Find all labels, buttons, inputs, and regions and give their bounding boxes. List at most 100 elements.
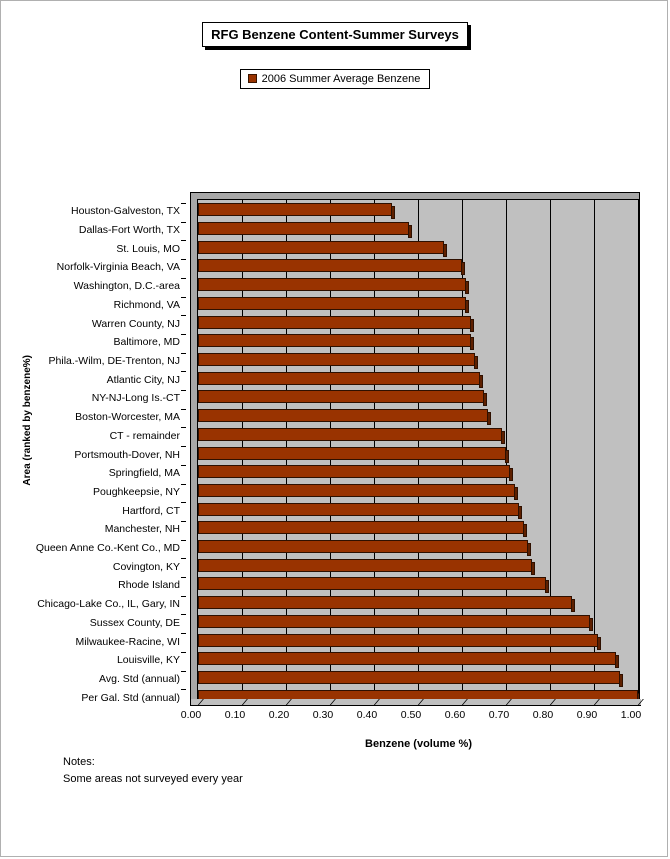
bar[interactable] <box>198 390 484 404</box>
x-axis-tick-label: 0.10 <box>224 709 246 721</box>
bar[interactable] <box>198 315 471 329</box>
bar[interactable] <box>198 483 515 497</box>
gridline <box>594 200 595 703</box>
bar[interactable] <box>198 371 480 385</box>
y-axis-tick-label: Milwaukee-Racine, WI <box>75 635 180 648</box>
y-axis-tick-mark <box>181 408 186 410</box>
y-axis-tick-label: Queen Anne Co.-Kent Co., MD <box>35 542 180 555</box>
y-axis-tick-mark <box>181 221 186 223</box>
y-axis-tick-mark <box>181 371 186 373</box>
bar-3d-cap <box>518 505 523 519</box>
y-axis-tick-mark <box>181 483 186 485</box>
y-axis-tick-mark <box>181 614 186 616</box>
x-axis-tick-label: 0.70 <box>488 709 510 721</box>
bar[interactable] <box>198 240 445 254</box>
y-axis-category-labels: Houston-Galveston, TX Dallas-Fort Worth, … <box>36 196 186 704</box>
y-axis-tick-label: Per Gal. Std (annual) <box>81 691 180 704</box>
x-axis-tick-label: 0.00 <box>180 709 202 721</box>
x-axis-tick-label: 0.80 <box>532 709 554 721</box>
bar-3d-cap <box>571 599 575 613</box>
y-axis-tick-label: Springfield, MA <box>108 467 180 480</box>
x-axis-tick-label: 0.50 <box>400 709 422 721</box>
bar[interactable] <box>198 465 511 479</box>
bar[interactable] <box>198 540 528 554</box>
y-axis-tick-label: CT - remainder <box>109 429 180 442</box>
plot-area <box>197 199 640 704</box>
bar[interactable] <box>198 502 520 516</box>
bar-3d-cap <box>461 262 465 276</box>
x-axis-tick-label: 0.40 <box>356 709 378 721</box>
bar-3d-cap <box>483 393 487 407</box>
y-axis-tick-label: Richmond, VA <box>113 298 180 311</box>
bar[interactable] <box>198 577 546 591</box>
y-axis-tick-mark <box>181 595 186 597</box>
bar[interactable] <box>198 352 476 366</box>
bar-3d-cap <box>500 430 505 444</box>
bar[interactable] <box>198 652 616 666</box>
bar-3d-cap <box>469 337 474 351</box>
y-axis-tick-mark <box>181 651 186 653</box>
bar-3d-cap <box>509 468 514 482</box>
bar[interactable] <box>198 596 572 610</box>
y-axis-tick-label: Baltimore, MD <box>113 336 180 349</box>
gridline <box>638 200 639 703</box>
bar-3d-cap <box>505 449 509 463</box>
bar-3d-cap <box>469 318 474 332</box>
bar[interactable] <box>198 259 462 273</box>
x-axis-tick-label: 1.00 <box>620 709 642 721</box>
notes-heading: Notes: <box>63 756 95 768</box>
bar-3d-cap <box>619 673 624 687</box>
bar-3d-cap <box>544 580 549 594</box>
bar[interactable] <box>198 296 467 310</box>
bar-3d-cap <box>390 206 395 220</box>
chart-plot-root: Area (ranked by benzene%) Houston-Galves… <box>0 0 670 859</box>
x-axis-tick-label: 0.30 <box>312 709 334 721</box>
bar[interactable] <box>198 558 533 572</box>
bar[interactable] <box>198 446 506 460</box>
bar[interactable] <box>198 670 621 684</box>
x-axis-tick-label: 0.20 <box>268 709 290 721</box>
y-axis-tick-label: Chicago-Lake Co., IL, Gary, IN <box>37 598 180 611</box>
bar-3d-cap <box>478 374 483 388</box>
bar-3d-cap <box>597 636 602 650</box>
x-axis-tick-label: 0.60 <box>444 709 466 721</box>
bar-3d-cap <box>531 561 536 575</box>
bar-3d-cap <box>513 486 518 500</box>
x-axis-tick-label: 0.90 <box>576 709 598 721</box>
bar-3d-cap <box>615 655 619 669</box>
y-axis-tick-label: Phila.-Wilm, DE-Trenton, NJ <box>48 354 180 367</box>
bar-3d-cap <box>588 617 593 631</box>
bar[interactable] <box>198 203 392 217</box>
y-axis-tick-mark <box>181 203 186 204</box>
notes-line-1: Some areas not surveyed every year <box>63 773 243 785</box>
bar[interactable] <box>198 278 467 292</box>
bar[interactable] <box>198 427 502 441</box>
bar[interactable] <box>198 521 524 535</box>
y-axis-tick-mark <box>181 670 186 672</box>
bar[interactable] <box>198 614 590 628</box>
y-axis-tick-label: Sussex County, DE <box>89 616 180 629</box>
notes-block: Notes: Some areas not surveyed every yea… <box>63 754 243 788</box>
y-axis-tick-label: Norfolk-Virginia Beach, VA <box>56 261 180 274</box>
y-axis-tick-mark <box>181 689 186 691</box>
y-axis-tick-mark <box>181 333 186 335</box>
bar[interactable] <box>198 633 599 647</box>
y-axis-tick-mark <box>181 633 186 635</box>
bar-3d-cap <box>465 281 470 295</box>
y-axis-tick-mark <box>181 446 186 448</box>
y-axis-tick-label: Manchester, NH <box>104 523 180 536</box>
bar[interactable] <box>198 409 489 423</box>
y-axis-tick-label: Warren County, NJ <box>91 317 180 330</box>
y-axis-tick-label: Poughkeepsie, NY <box>93 485 180 498</box>
y-axis-tick-mark <box>181 352 186 354</box>
bar-3d-cap <box>474 355 479 369</box>
bar-3d-cap <box>522 524 527 538</box>
y-axis-tick-mark <box>181 520 186 522</box>
bar[interactable] <box>198 222 410 236</box>
y-axis-tick-label: Covington, KY <box>112 560 180 573</box>
y-axis-tick-label: Boston-Worcester, MA <box>75 411 180 424</box>
y-axis-tick-mark <box>181 259 186 261</box>
y-axis-tick-label: Houston-Galveston, TX <box>71 205 180 218</box>
bar[interactable] <box>198 334 471 348</box>
y-axis-tick-label: Portsmouth-Dover, NH <box>74 448 180 461</box>
